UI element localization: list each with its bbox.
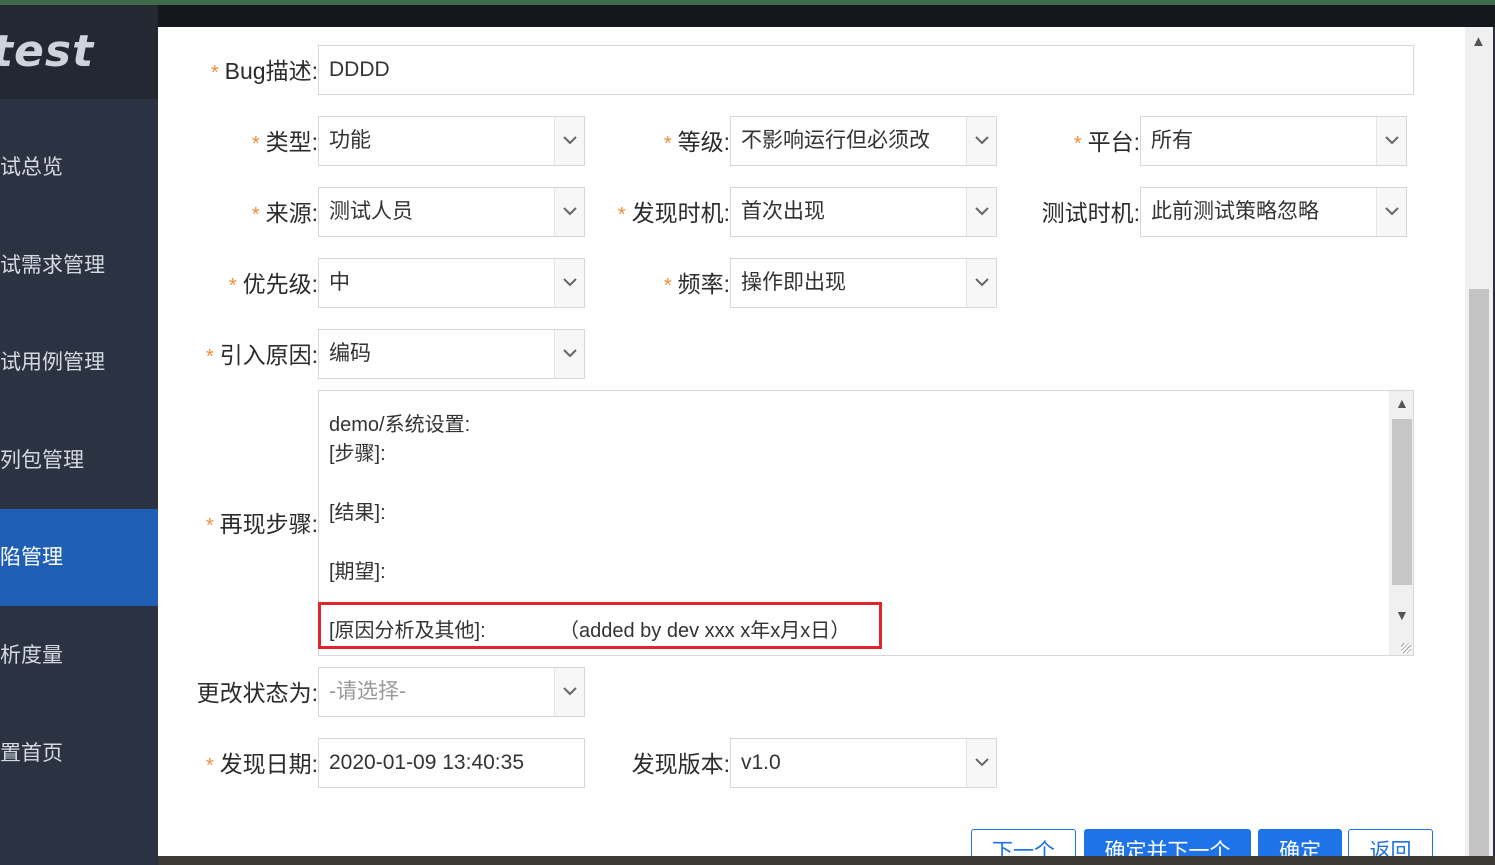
cause-select[interactable]: 编码 (318, 329, 585, 379)
discover-timing-label: * 发现时机: (617, 200, 730, 226)
repro-line-result: [结果]: (329, 502, 386, 524)
test-timing-select[interactable]: 此前测试策略忽略 (1140, 187, 1407, 237)
repro-line-steps: [步骤]: (329, 443, 386, 465)
chevron-up-icon[interactable]: ▲ (1471, 33, 1486, 50)
chevron-down-icon (554, 259, 584, 307)
back-button[interactable]: 返回 (1348, 829, 1433, 856)
bug-desc-label: * Bug描述: (210, 58, 318, 84)
sidebar-item-requirements[interactable]: 试需求管理 (0, 217, 158, 314)
dialog-scrollbar[interactable]: ▲ (1465, 27, 1493, 856)
sidebar-item-defects[interactable]: 陷管理 (0, 509, 158, 606)
chevron-up-icon[interactable]: ▲ (1395, 395, 1409, 411)
chevron-down-icon (1376, 117, 1406, 165)
discover-timing-select[interactable]: 首次出现 (730, 187, 997, 237)
app-logo: test (0, 5, 158, 99)
chevron-down-icon (554, 117, 584, 165)
type-select[interactable]: 功能 (318, 116, 585, 166)
repro-line-expected: [期望]: (329, 561, 386, 583)
source-label: * 来源: (251, 200, 318, 226)
confirm-button[interactable]: 确定 (1258, 829, 1342, 856)
chevron-down-icon (1376, 188, 1406, 236)
bug-edit-dialog: * Bug描述: DDDD * 类型: 功能 * 等级: 不影响运行但必须改 * 平台:… (158, 27, 1493, 856)
test-timing-label: 测试时机: (1041, 200, 1140, 226)
frequency-label: * 频率: (663, 271, 730, 297)
sidebar-item-overview[interactable]: 试总览 (0, 119, 158, 216)
chevron-down-icon (966, 188, 996, 236)
chevron-down-icon (554, 330, 584, 378)
cause-label: * 引入原因: (205, 342, 318, 368)
sidebar-item-test-cases[interactable]: 试用例管理 (0, 314, 158, 411)
sidebar-item-packages[interactable]: 列包管理 (0, 412, 158, 509)
priority-label: * 优先级: (228, 271, 318, 297)
sidebar-item-metrics[interactable]: 析度量 (0, 607, 158, 704)
level-select[interactable]: 不影响运行但必须改 (730, 116, 997, 166)
chevron-down-icon (554, 668, 584, 716)
chevron-down-icon (966, 259, 996, 307)
frequency-select[interactable]: 操作即出现 (730, 258, 997, 308)
repro-line-module: demo/系统设置: (329, 414, 471, 436)
discover-date-label: * 发现日期: (205, 751, 318, 777)
bottom-bar (158, 856, 1495, 865)
platform-label: * 平台: (1073, 129, 1140, 155)
annotation-highlight-box (318, 602, 882, 649)
discover-date-input[interactable]: 2020-01-09 13:40:35 (318, 738, 585, 788)
repro-scrollbar[interactable]: ▲ ▼ (1389, 391, 1413, 655)
type-label: * 类型: (251, 129, 318, 155)
repro-scrollbar-thumb[interactable] (1392, 419, 1412, 585)
sidebar-item-homepage[interactable]: 置首页 (0, 705, 158, 802)
chevron-down-icon (966, 117, 996, 165)
priority-select[interactable]: 中 (318, 258, 585, 308)
next-button[interactable]: 下一个 (971, 829, 1076, 856)
repro-steps-label: * 再现步骤: (205, 511, 318, 537)
source-select[interactable]: 测试人员 (318, 187, 585, 237)
status-label: 更改状态为: (196, 680, 318, 706)
chevron-down-icon (966, 739, 996, 787)
top-bar (0, 5, 1495, 27)
status-select[interactable]: -请选择- (318, 667, 585, 717)
resize-grip-icon[interactable] (1401, 643, 1411, 653)
discover-version-label: 发现版本: (631, 751, 730, 777)
confirm-and-next-button[interactable]: 确定并下一个 (1084, 829, 1251, 856)
sidebar: test 试总览 试需求管理 试用例管理 列包管理 陷管理 析度量 置首页 (0, 5, 158, 865)
chevron-down-icon[interactable]: ▼ (1395, 607, 1409, 623)
discover-version-select[interactable]: v1.0 (730, 738, 997, 788)
bug-desc-input[interactable]: DDDD (318, 45, 1414, 95)
platform-select[interactable]: 所有 (1140, 116, 1407, 166)
dialog-scrollbar-thumb[interactable] (1469, 289, 1489, 856)
level-label: * 等级: (663, 129, 730, 155)
